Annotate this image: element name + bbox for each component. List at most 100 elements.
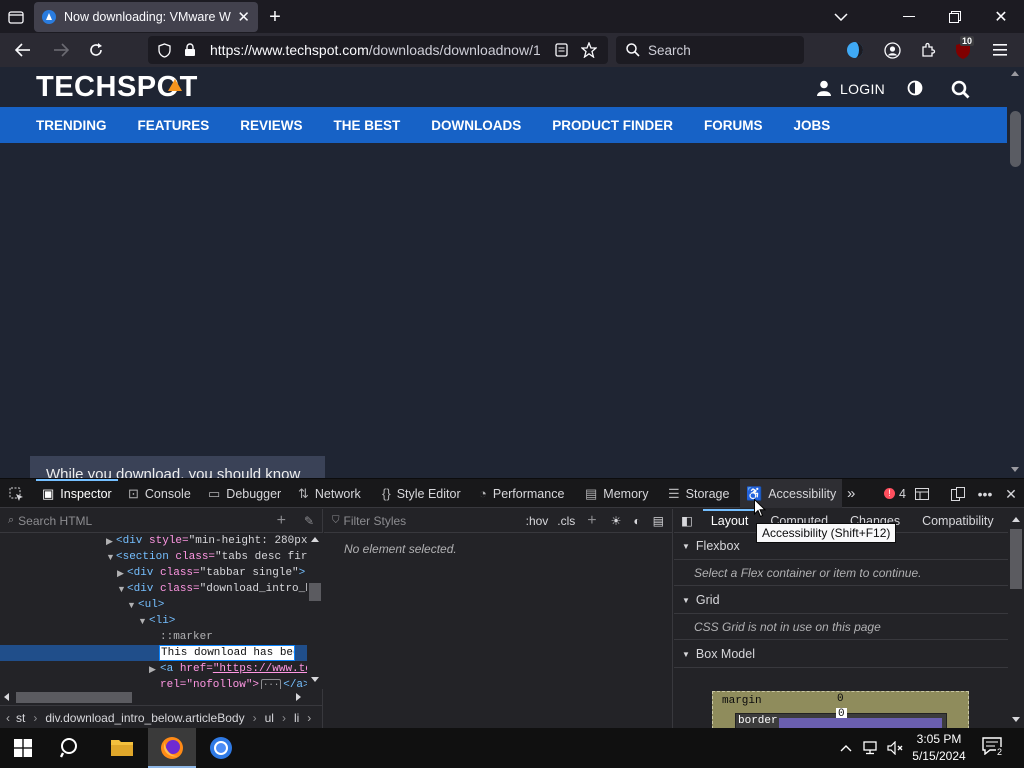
tab-console[interactable]: ⊡ Console — [128, 479, 191, 508]
responsive-design-icon[interactable] — [949, 485, 967, 503]
file-explorer-icon[interactable] — [110, 737, 134, 759]
contrast-toggle-icon[interactable] — [906, 79, 924, 97]
breadcrumb-left-icon[interactable]: ‹ — [6, 711, 10, 725]
tab-style-editor[interactable]: {} Style Editor — [382, 479, 461, 508]
scroll-up-icon[interactable] — [1012, 517, 1020, 522]
scroll-down-icon[interactable] — [311, 677, 319, 682]
taskbar-search-icon[interactable] — [59, 737, 84, 761]
vpn-extension-icon[interactable] — [845, 40, 865, 60]
firefox-taskbar-button[interactable] — [148, 728, 196, 768]
extensions-icon[interactable] — [918, 40, 938, 60]
tracking-shield-icon[interactable] — [156, 42, 172, 58]
new-tab-icon[interactable]: + — [264, 6, 286, 28]
markup-vscroll[interactable] — [307, 533, 323, 689]
scroll-up-icon[interactable] — [1011, 71, 1019, 76]
tab-compatibility[interactable]: Compatibility — [922, 514, 994, 528]
nav-downloads[interactable]: DOWNLOADS — [431, 118, 521, 133]
site-search-icon[interactable] — [949, 78, 971, 100]
tab-storage[interactable]: ☰ Storage — [668, 479, 729, 508]
scroll-right-icon[interactable] — [296, 693, 301, 701]
close-window-icon[interactable]: ✕ — [990, 6, 1012, 28]
nav-product-finder[interactable]: PRODUCT FINDER — [552, 118, 673, 133]
forward-icon[interactable] — [50, 39, 72, 61]
element-picker-icon[interactable] — [7, 485, 25, 503]
reload-icon[interactable] — [85, 39, 107, 61]
search-bar[interactable]: Search — [616, 36, 804, 64]
account-icon[interactable] — [882, 40, 902, 60]
margin-top-value[interactable]: 0 — [837, 691, 844, 707]
minimize-icon[interactable] — [898, 6, 920, 28]
chrome-taskbar-icon[interactable] — [209, 736, 233, 760]
tab-inspector[interactable]: ▣ Inspector — [36, 479, 118, 508]
page-scroll-thumb[interactable] — [1010, 111, 1021, 167]
markup-node[interactable]: <li> — [149, 613, 175, 629]
breadcrumb-item-selected[interactable]: li — [294, 711, 299, 725]
marker-pseudo-node[interactable]: ::marker — [160, 629, 213, 645]
markup-vscroll-thumb[interactable] — [309, 583, 321, 601]
tab-list-icon[interactable] — [6, 7, 26, 27]
markup-hscroll-thumb[interactable] — [16, 692, 132, 703]
start-button[interactable] — [14, 739, 32, 757]
twisty-collapsed-icon[interactable]: ▶ — [117, 568, 124, 579]
box-model-section-header[interactable]: ▼ Box Model — [674, 641, 1008, 668]
dark-scheme-icon[interactable]: ◐ — [633, 514, 640, 528]
markup-node[interactable]: <div class="tabbar single">··· — [127, 565, 307, 581]
twisty-expanded-icon[interactable]: ▼ — [117, 584, 126, 594]
nav-features[interactable]: FEATURES — [138, 118, 210, 133]
markup-node[interactable]: <div style="min-height: 280px">… — [116, 533, 307, 549]
toggle-sidebar-icon[interactable]: ◧ — [681, 513, 693, 528]
add-node-icon[interactable]: + — [277, 512, 286, 530]
light-scheme-icon[interactable]: ☀ — [611, 514, 622, 528]
nav-reviews[interactable]: REVIEWS — [240, 118, 302, 133]
nav-jobs[interactable]: JOBS — [794, 118, 831, 133]
scroll-down-icon[interactable] — [1011, 467, 1019, 472]
nav-forums[interactable]: FORUMS — [704, 118, 763, 133]
tab-memory[interactable]: ▤ Memory — [585, 479, 648, 508]
markup-node[interactable]: <ul> — [138, 597, 164, 613]
clock[interactable]: 3:05 PM 5/15/2024 — [908, 731, 970, 765]
list-all-tabs-icon[interactable] — [830, 6, 852, 28]
breadcrumb-right-icon[interactable]: › — [307, 711, 311, 725]
breadcrumb-item[interactable]: ul — [265, 711, 274, 725]
login-link[interactable]: LOGIN — [840, 81, 885, 97]
tab-layout[interactable]: Layout — [711, 514, 749, 528]
lock-icon[interactable] — [182, 42, 198, 58]
collapsed-children-icon[interactable]: ··· — [261, 679, 282, 689]
twisty-collapsed-icon[interactable]: ▶ — [149, 664, 156, 675]
show-hidden-icons[interactable] — [838, 740, 854, 756]
print-media-icon[interactable]: ▤ — [653, 514, 664, 528]
layout-vscroll-thumb[interactable] — [1010, 529, 1022, 589]
twisty-collapsed-icon[interactable]: ▶ — [106, 536, 113, 547]
scroll-down-icon[interactable] — [1012, 717, 1020, 722]
nav-the-best[interactable]: THE BEST — [334, 118, 401, 133]
scroll-left-icon[interactable] — [4, 693, 9, 701]
search-html-input[interactable]: Search HTML — [18, 514, 276, 528]
box-model-margin[interactable]: margin 0 border 0 — [712, 691, 969, 730]
network-tray-icon[interactable] — [862, 739, 880, 757]
tab-debugger[interactable]: ▭ Debugger — [208, 479, 281, 508]
split-console-icon[interactable] — [913, 485, 931, 503]
error-count-badge[interactable]: ! 4 — [884, 479, 906, 508]
ublock-extension-icon[interactable]: 10 — [954, 36, 975, 60]
cls-toggle[interactable]: .cls — [557, 514, 575, 528]
reader-view-icon[interactable] — [552, 41, 570, 59]
tab-active[interactable]: Now downloading: VMware Wo ✕ — [34, 2, 258, 32]
breadcrumb-item[interactable]: st — [16, 711, 25, 725]
tab-close-icon[interactable]: ✕ — [237, 8, 250, 26]
devtools-options-icon[interactable]: ••• — [976, 485, 994, 503]
add-rule-icon[interactable]: + — [587, 512, 596, 530]
bookmark-star-icon[interactable] — [580, 41, 598, 59]
hov-toggle[interactable]: :hov — [526, 514, 549, 528]
twisty-expanded-icon[interactable]: ▼ — [138, 616, 147, 626]
nav-trending[interactable]: TRENDING — [36, 118, 107, 133]
twisty-expanded-icon[interactable]: ▼ — [106, 552, 115, 562]
markup-hscroll[interactable] — [0, 689, 307, 705]
page-scrollbar[interactable] — [1007, 67, 1024, 478]
tab-performance[interactable]: ◔ Performance — [479, 479, 564, 508]
layout-vscroll[interactable] — [1008, 509, 1024, 729]
twisty-expanded-icon[interactable]: ▼ — [127, 600, 136, 610]
url-bar[interactable]: https://www.techspot.com/downloads/downl… — [148, 36, 608, 64]
restore-icon[interactable] — [944, 6, 966, 28]
markup-node[interactable]: rel="nofollow"> ··· </a> — [160, 677, 307, 689]
more-tools-icon[interactable]: » — [847, 479, 855, 508]
